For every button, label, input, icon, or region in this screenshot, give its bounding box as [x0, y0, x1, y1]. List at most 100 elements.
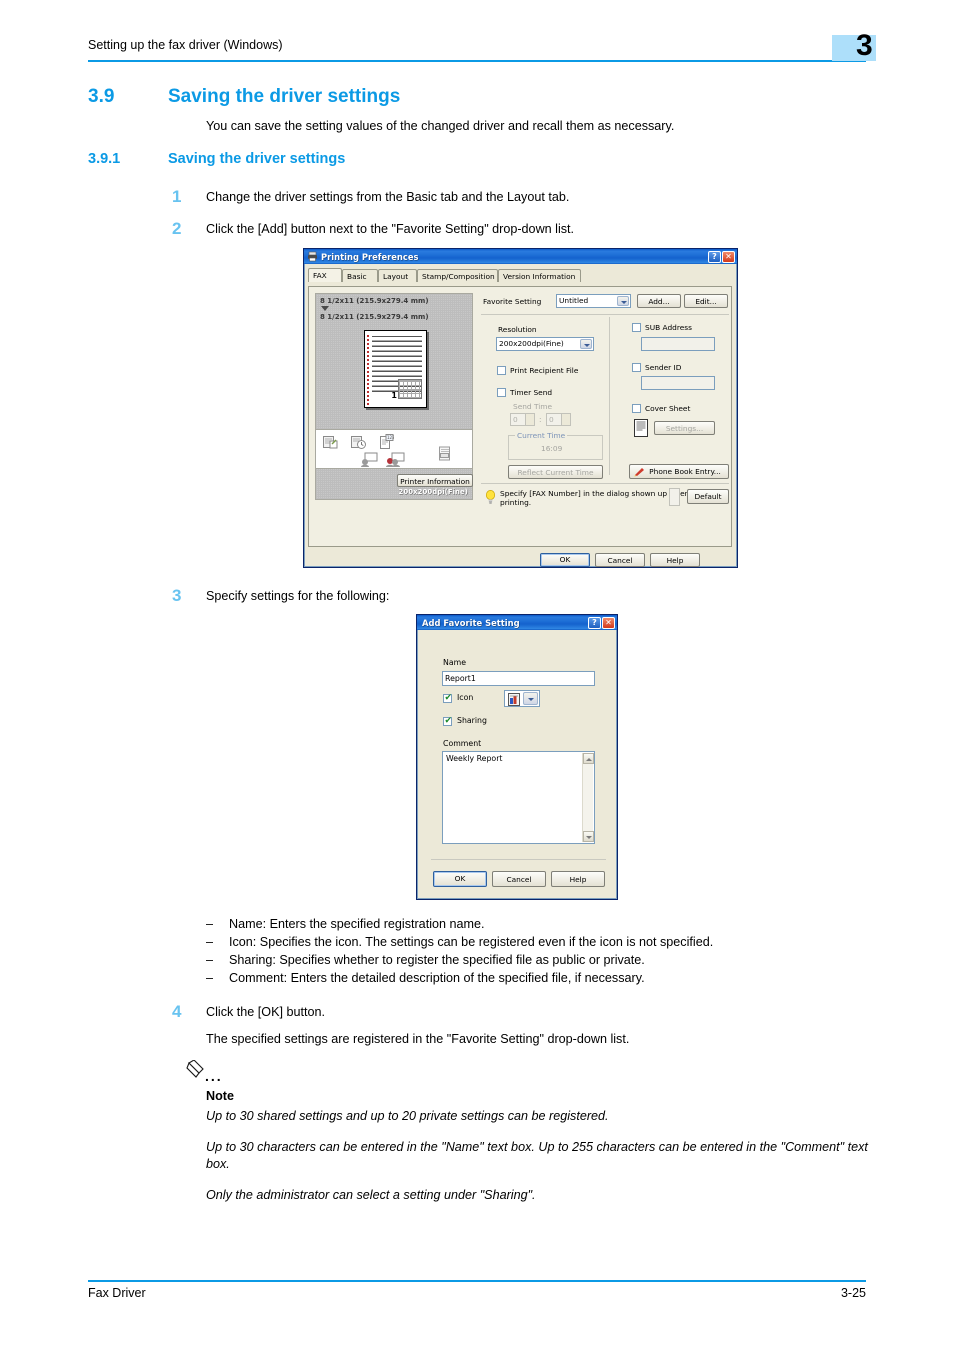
hint-line-1: Specify [FAX Number] in the dialog shown…	[500, 489, 690, 498]
lightbulb-icon	[485, 490, 496, 504]
afs-body: Name Report1 Icon Sharing Comment Weekly…	[417, 630, 617, 901]
send-time-separator: :	[539, 415, 542, 424]
afs-title-text: Add Favorite Setting	[422, 617, 520, 628]
icon-picker[interactable]	[504, 690, 540, 707]
comment-label: Comment	[443, 739, 482, 748]
ok-button[interactable]: OK	[433, 871, 487, 887]
tab-stamp-composition[interactable]: Stamp/Composition	[417, 269, 498, 282]
bullet-text-2: Icon: Specifies the icon. The settings c…	[229, 935, 714, 949]
cover-sheet-checkbox[interactable]	[632, 404, 641, 413]
cancel-button[interactable]: Cancel	[595, 553, 645, 567]
fax-tab-pane: 8 1/2x11 (215.9x279.4 mm) 8 1/2x11 (215.…	[308, 286, 732, 547]
tab-layout[interactable]: Layout	[378, 269, 417, 282]
step-text-2: Click the [Add] button next to the "Favo…	[206, 222, 575, 236]
scroll-down-arrow-icon[interactable]	[583, 831, 594, 842]
send-time-minute-stepper[interactable]: 0	[546, 413, 571, 426]
sub-address-label: SUB Address	[645, 323, 692, 332]
sub-address-input[interactable]	[641, 337, 715, 351]
add-button[interactable]: Add...	[637, 294, 681, 308]
comment-value: Weekly Report	[446, 754, 503, 763]
note-line-1: Up to 30 shared settings and up to 20 pr…	[206, 1109, 609, 1123]
help-titlebar-button[interactable]: ?	[708, 250, 721, 263]
phone-book-icon	[385, 452, 405, 469]
spinner-arrows-icon[interactable]	[525, 414, 534, 425]
print-recipient-file-checkbox[interactable]	[497, 366, 506, 375]
header-title: Setting up the fax driver (Windows)	[88, 38, 283, 52]
icon-checkbox[interactable]	[443, 693, 452, 703]
scroll-up-arrow-icon[interactable]	[583, 753, 594, 764]
reflect-current-time-button[interactable]: Reflect Current Time	[508, 465, 603, 479]
printer-information-button[interactable]: Printer Information	[397, 474, 473, 487]
phone-book-entry-icon	[634, 467, 645, 482]
help-button[interactable]: Help	[551, 871, 605, 887]
default-button[interactable]: Default	[687, 489, 729, 504]
cover-sheet-settings-button[interactable]: Settings...	[654, 421, 715, 435]
afs-divider	[431, 859, 606, 860]
chevron-down-icon[interactable]	[617, 296, 629, 306]
send-time-hour-stepper[interactable]: 0	[510, 413, 535, 426]
comment-textarea[interactable]: Weekly Report	[442, 751, 595, 844]
bullet-text-1: Name: Enters the specified registration …	[229, 917, 485, 931]
resolution-combo[interactable]: 200x200dpi(Fine)	[496, 337, 594, 351]
timer-send-checkbox[interactable]	[497, 388, 506, 397]
sharing-checkbox[interactable]	[443, 716, 452, 726]
phone-book-entry-button[interactable]: Phone Book Entry...	[629, 464, 729, 479]
printing-preferences-dialog[interactable]: Printing Preferences ? ✕ FAX Basic Layou…	[303, 248, 738, 568]
bullet-dash-2: –	[206, 935, 214, 949]
timer-send-label: Timer Send	[510, 388, 553, 397]
step-number-4: 4	[172, 1002, 182, 1021]
note-line-3: Only the administrator can select a sett…	[206, 1188, 536, 1202]
svg-text:123: 123	[387, 435, 394, 440]
printer-icon	[307, 251, 318, 262]
favorite-setting-combo[interactable]: Untitled	[556, 294, 631, 308]
spinner-arrows-icon[interactable]	[561, 414, 570, 425]
cancel-button[interactable]: Cancel	[492, 871, 546, 887]
dialog-body: FAX Basic Layout Stamp/Composition Versi…	[304, 268, 737, 573]
favorite-setting-label: Favorite Setting	[483, 297, 542, 306]
subsection-title: Saving the driver settings	[168, 151, 346, 167]
chevron-down-icon[interactable]	[523, 692, 538, 705]
bullet-text-4: Comment: Enters the detailed description…	[229, 971, 645, 985]
preview-resolution-overlay: 200x200dpi(Fine)	[398, 488, 468, 496]
current-time-group-label: Current Time	[515, 431, 568, 440]
resolution-label: Resolution	[498, 325, 537, 334]
cover-sheet-icon: 123	[378, 434, 395, 452]
tab-version-information[interactable]: Version Information	[498, 269, 581, 282]
name-label: Name	[443, 658, 467, 667]
cover-sheet-preview-icon	[634, 419, 648, 439]
sender-id-input[interactable]	[641, 376, 715, 390]
help-button[interactable]: Help	[650, 553, 700, 567]
close-titlebar-button[interactable]: ✕	[602, 616, 615, 629]
step-number-3: 3	[172, 586, 182, 605]
bullet-dash-1: –	[206, 917, 214, 931]
step-text-4: Click the [OK] button.	[206, 1005, 325, 1019]
chapter-number: 3	[856, 29, 873, 62]
add-favorite-setting-dialog[interactable]: Add Favorite Setting ? ✕ Name Report1 Ic…	[416, 614, 618, 900]
hint-line-2: printing.	[500, 498, 532, 507]
tab-fax[interactable]: FAX	[308, 268, 342, 282]
recipient-file-icon	[323, 435, 339, 452]
hint-scroll-spinner[interactable]	[669, 488, 680, 506]
document-page: Setting up the fax driver (Windows) 3 3.…	[0, 0, 954, 1350]
sender-id-icon	[360, 452, 378, 469]
help-titlebar-button[interactable]: ?	[588, 616, 601, 629]
sharing-label: Sharing	[457, 716, 487, 725]
preview-binding-marks	[367, 333, 369, 405]
ok-button[interactable]: OK	[540, 553, 590, 567]
footer-page-number: 3-25	[840, 1286, 866, 1300]
tab-bar[interactable]: FAX Basic Layout Stamp/Composition Versi…	[308, 268, 737, 282]
divider-vertical	[609, 317, 610, 475]
edit-button[interactable]: Edit...	[684, 294, 728, 308]
tab-basic[interactable]: Basic	[342, 269, 378, 282]
name-input[interactable]: Report1	[442, 671, 595, 686]
section-title: Saving the driver settings	[168, 86, 401, 107]
chevron-down-icon[interactable]	[580, 339, 592, 349]
step-number-2: 2	[172, 219, 182, 238]
sub-address-checkbox[interactable]	[632, 323, 641, 332]
cover-sheet-label: Cover Sheet	[645, 404, 691, 413]
close-titlebar-button[interactable]: ✕	[722, 250, 735, 263]
divider-bottom	[481, 483, 729, 484]
step-number-1: 1	[172, 187, 182, 206]
sender-id-checkbox[interactable]	[632, 363, 641, 372]
comment-scrollbar[interactable]	[582, 753, 594, 842]
